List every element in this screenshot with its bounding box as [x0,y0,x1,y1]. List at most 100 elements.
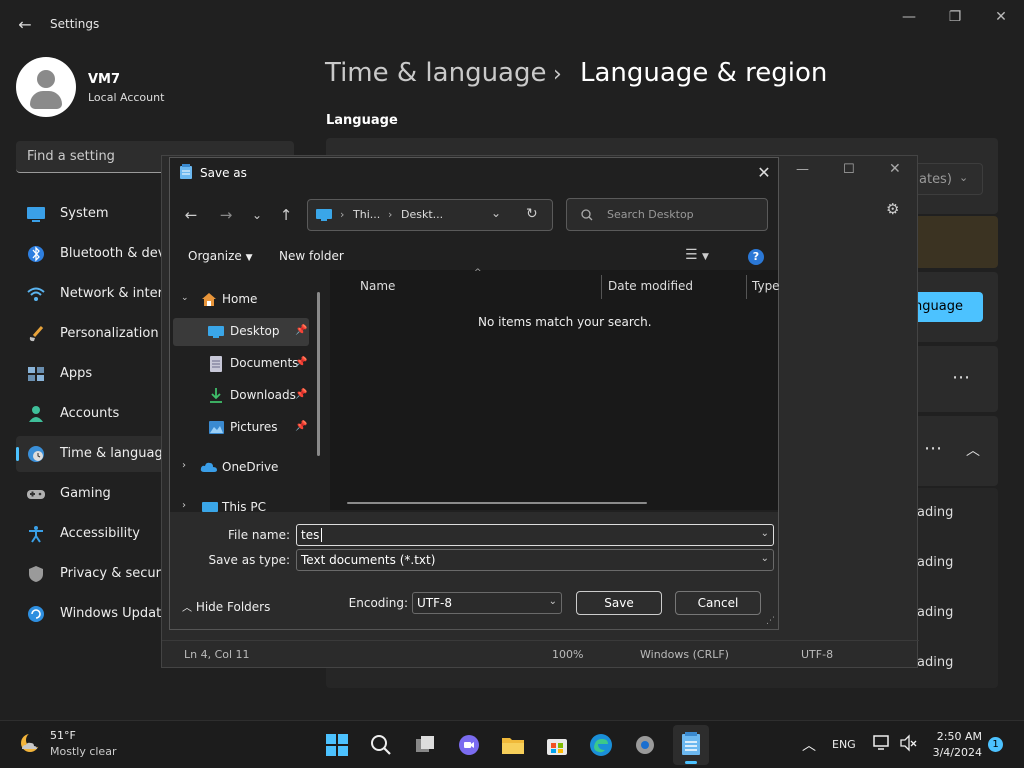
up-arrow-icon[interactable]: ↑ [275,204,297,226]
input-language[interactable]: ENG [832,738,856,751]
chevron-down-icon[interactable]: ⌄ [761,528,769,539]
notepad-close-icon[interactable]: ✕ [889,161,901,177]
volume-muted-icon[interactable] [899,734,917,756]
sidebar-item-label: Bluetooth & devices [60,246,166,261]
start-button[interactable] [323,731,351,759]
sidebar-item-system[interactable]: System [16,196,166,232]
task-view-button[interactable] [411,731,439,759]
bluetooth-icon [28,246,44,262]
sidebar-item-time-language[interactable]: Time & language [16,436,166,472]
desktop-folder-icon [208,326,224,338]
more-options-icon[interactable]: ⋯ [952,367,970,388]
downloading-status: ading [917,505,954,520]
home-icon [202,293,216,306]
weather-moon-icon[interactable] [18,731,42,755]
back-arrow-icon[interactable]: ← [180,204,202,226]
sidebar-item-bluetooth[interactable]: Bluetooth & devices [16,236,166,272]
search-button[interactable] [367,731,395,759]
minimize-icon[interactable]: — [886,6,932,28]
sidebar-item-accessibility[interactable]: Accessibility [16,516,166,552]
file-name-input[interactable]: tes ⌄ [296,524,774,546]
column-header-name[interactable]: Name [360,279,395,293]
chevron-right-icon[interactable]: › [182,500,186,511]
encoding-select[interactable]: UTF-8 ⌄ [412,592,562,614]
help-icon[interactable]: ? [748,249,764,265]
zoom-level: 100% [552,648,584,661]
chevron-down-icon[interactable]: ⌄ [761,553,769,564]
sidebar-item-label: Time & language [60,446,166,461]
column-divider[interactable] [601,275,602,299]
resize-grip-icon[interactable]: ⋰ [766,616,775,626]
clock-time[interactable]: 2:50 AM [936,730,982,743]
cancel-button[interactable]: Cancel [675,591,761,615]
horizontal-scrollbar[interactable] [347,502,647,504]
tree-scrollbar[interactable] [317,292,320,456]
organize-button[interactable]: Organize ▼ [188,249,253,263]
close-icon[interactable]: ✕ [978,6,1024,28]
chevron-right-icon[interactable]: › [182,460,186,471]
recent-locations-chevron-icon[interactable]: ⌄ [246,204,268,226]
store-button[interactable] [543,731,571,759]
sidebar-item-apps[interactable]: Apps [16,356,166,392]
chat-button[interactable] [455,731,483,759]
sidebar-item-personalization[interactable]: Personalization [16,316,166,352]
column-header-type[interactable]: Type [752,279,780,293]
network-icon[interactable] [873,734,891,756]
close-icon[interactable]: ✕ [752,161,776,185]
column-header-date-modified[interactable]: Date modified [608,279,693,293]
notepad-minimize-icon[interactable]: — [796,162,809,177]
view-options-icon[interactable]: ☰ ▼ [685,247,709,263]
store-icon [547,739,567,755]
address-bar[interactable]: › Thi... › Deskt... ⌄ ↻ [307,199,553,231]
address-part-desktop[interactable]: Deskt... [401,208,443,221]
pin-icon[interactable]: 📌 [295,389,307,400]
address-part-this-pc[interactable]: Thi... [353,208,380,221]
column-divider[interactable] [746,275,747,299]
tree-item-onedrive[interactable]: › OneDrive [173,454,309,482]
tree-item-pictures[interactable]: Pictures 📌 [173,414,309,442]
sidebar-item-accounts[interactable]: Accounts [16,396,166,432]
chevron-up-icon[interactable]: ︿ [966,440,980,460]
maximize-icon[interactable]: ❐ [932,6,978,28]
chevron-up-icon[interactable]: ︿ [802,735,816,755]
line-ending: Windows (CRLF) [640,648,729,661]
navigation-pane: ⌄ Home Desktop 📌 Documents 📌 Downloads 📌… [170,284,322,514]
chevron-down-icon[interactable]: ⌄ [181,293,189,303]
notepad-maximize-icon[interactable]: ☐ [843,162,855,177]
gear-icon[interactable]: ⚙ [886,200,899,218]
windows-logo-icon [326,734,348,756]
tree-item-this-pc[interactable]: › This PC [173,494,309,514]
notification-badge[interactable]: 1 [988,737,1003,752]
sidebar-item-gaming[interactable]: Gaming [16,476,166,512]
pin-icon[interactable]: 📌 [295,325,307,336]
sidebar-item-windows-update[interactable]: Windows Update [16,596,166,632]
file-explorer-button[interactable] [499,731,527,759]
forward-arrow-icon[interactable]: → [215,204,237,226]
settings-app-button[interactable] [631,731,659,759]
pin-icon[interactable]: 📌 [295,421,307,432]
tree-item-documents[interactable]: Documents 📌 [173,350,309,378]
pin-icon[interactable]: 📌 [295,357,307,368]
clock-date[interactable]: 3/4/2024 [931,746,982,759]
sidebar-item-network[interactable]: Network & internet [16,276,166,312]
avatar[interactable] [16,57,76,117]
breadcrumb-parent[interactable]: Time & language [325,58,546,88]
chevron-down-icon[interactable]: ⌄ [549,596,557,607]
tree-item-desktop[interactable]: Desktop 📌 [173,318,309,346]
refresh-icon[interactable]: ↻ [526,206,538,222]
weather-temp: 51°F [50,729,76,742]
tree-item-home[interactable]: ⌄ Home [173,286,309,314]
back-arrow-icon[interactable]: ← [14,14,36,36]
hide-folders-button[interactable]: ︿ Hide Folders [182,599,270,614]
edge-button[interactable] [587,731,615,759]
sidebar-item-privacy[interactable]: Privacy & security [16,556,166,592]
accessibility-icon [29,526,43,543]
more-options-icon[interactable]: ⋯ [924,438,942,459]
new-folder-button[interactable]: New folder [279,249,344,263]
save-button[interactable]: Save [576,591,662,615]
search-input[interactable]: Search Desktop [566,198,768,231]
tree-item-downloads[interactable]: Downloads 📌 [173,382,309,410]
save-as-type-select[interactable]: Text documents (*.txt) ⌄ [296,549,774,571]
chevron-down-icon[interactable]: ⌄ [491,206,501,220]
notepad-app-button[interactable] [673,725,709,765]
